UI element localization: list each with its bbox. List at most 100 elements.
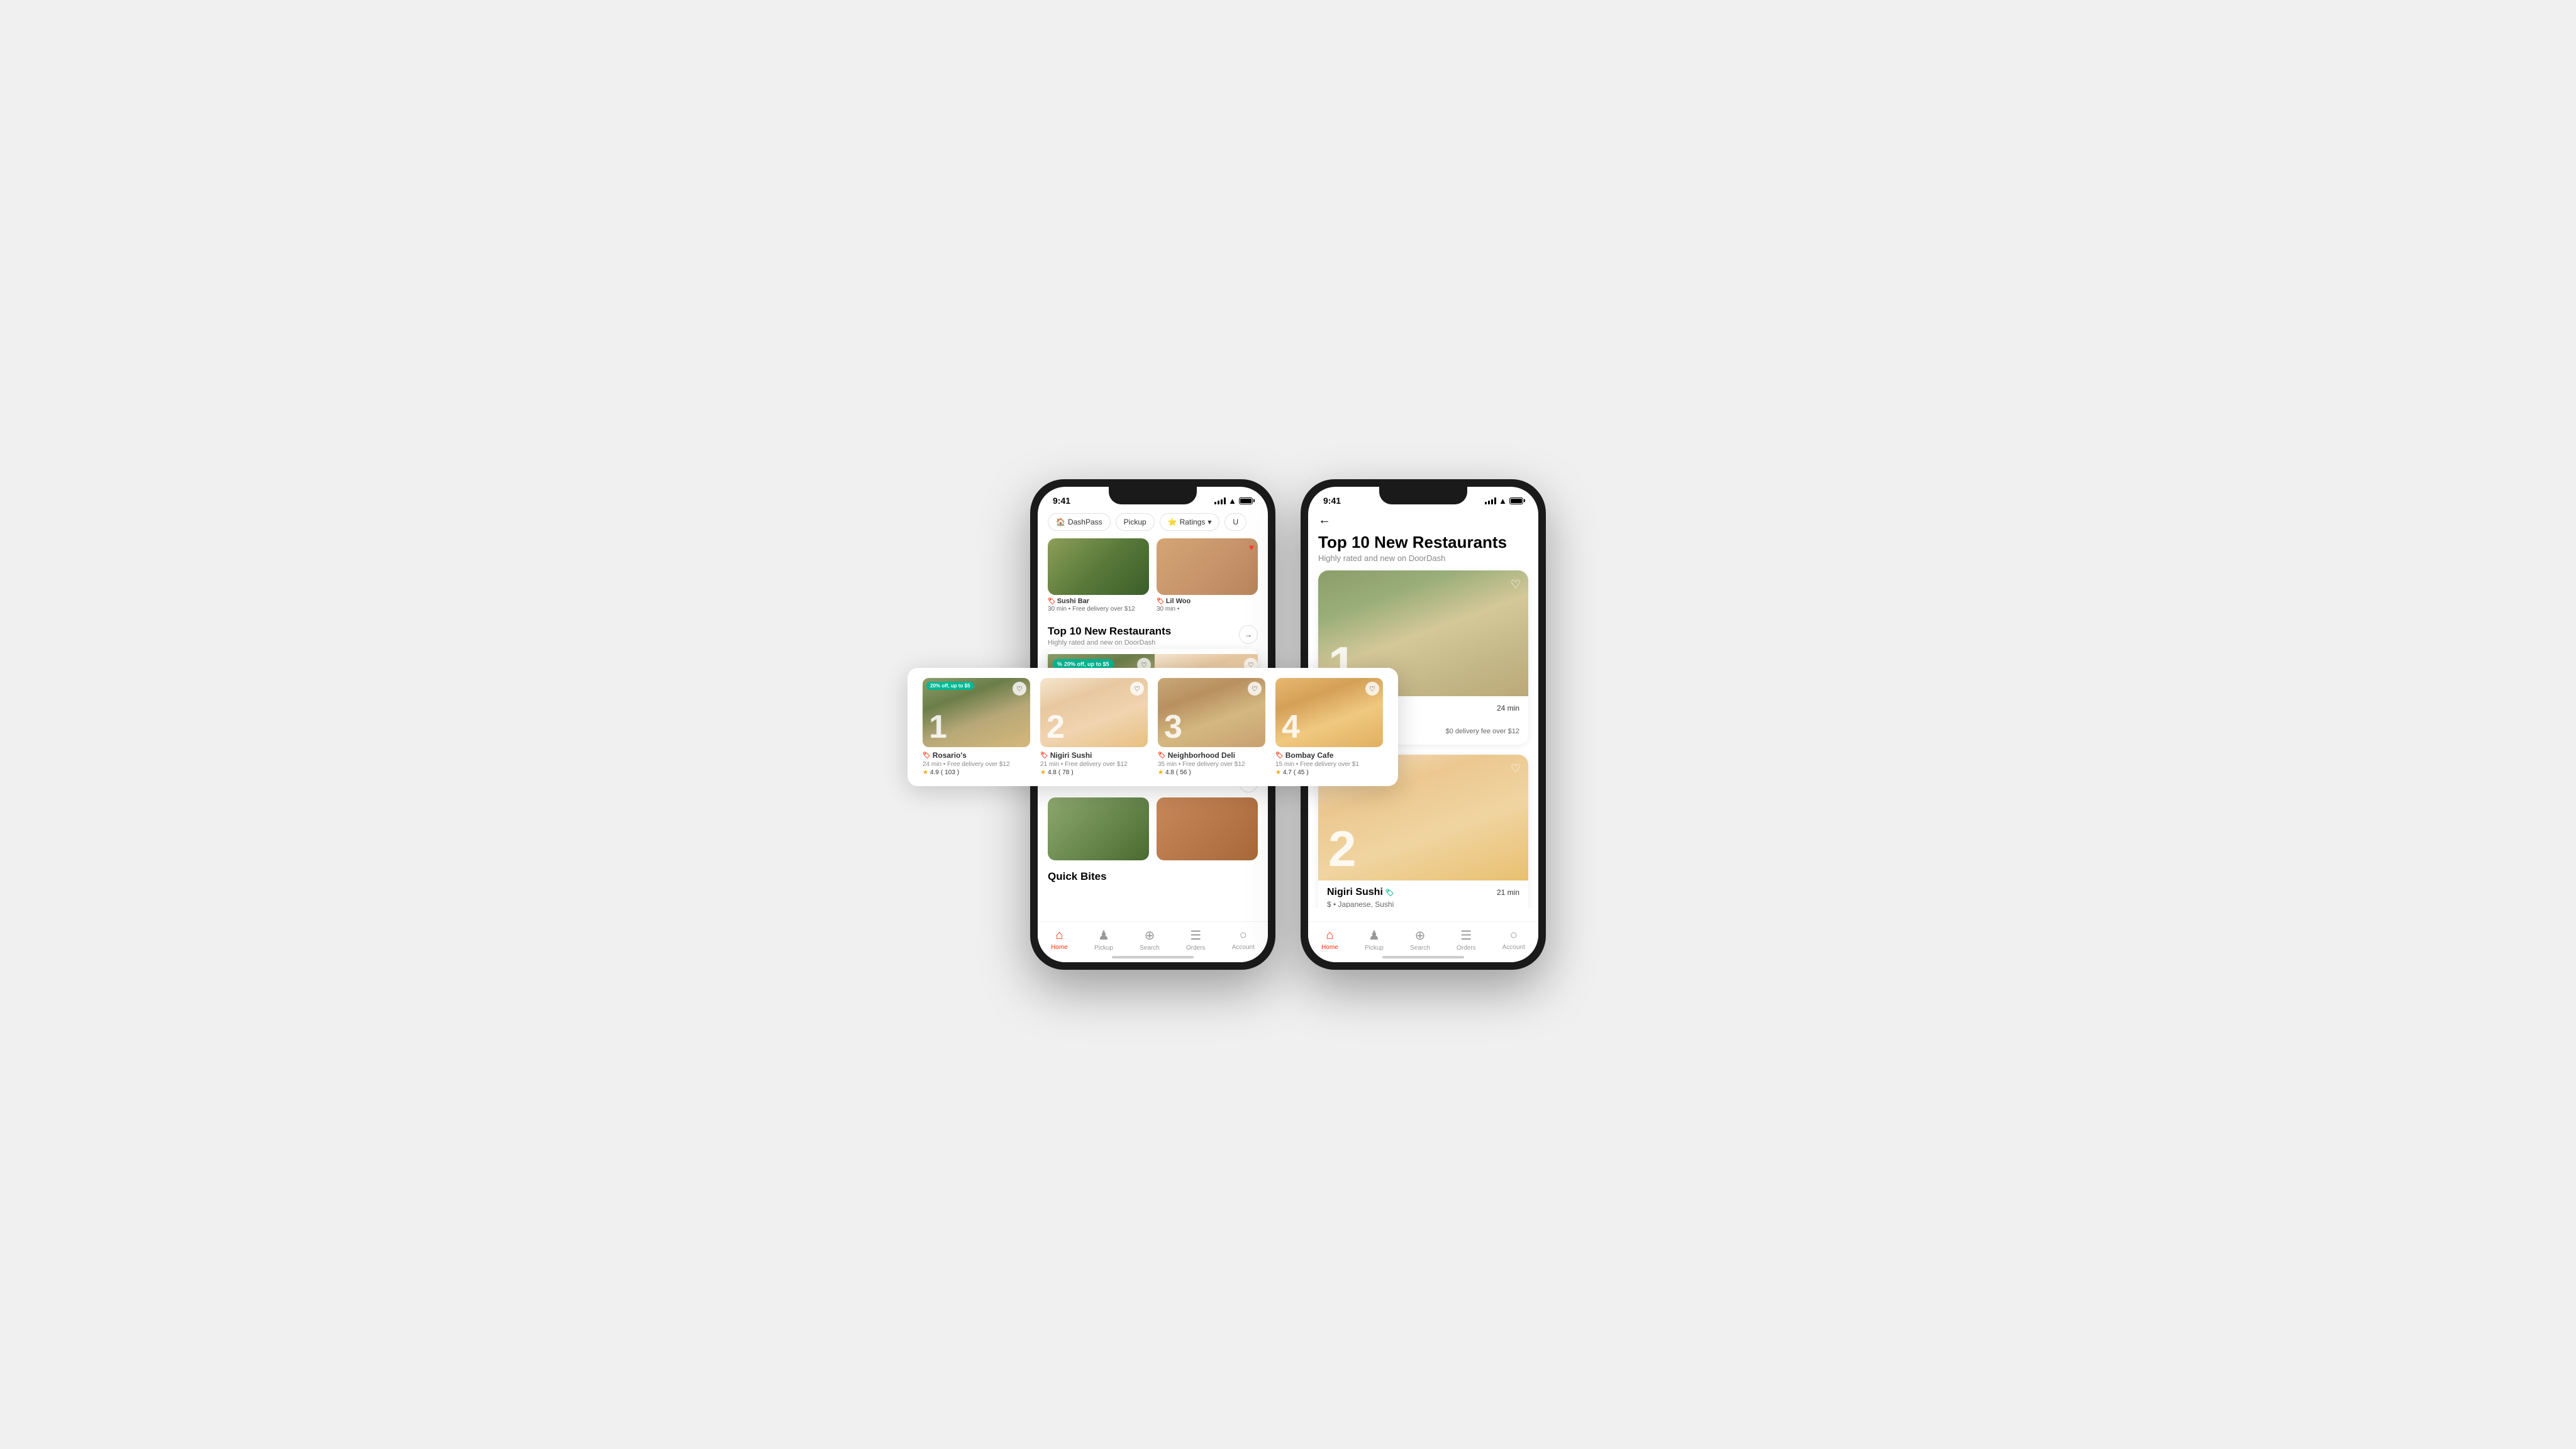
gem-card-1[interactable] [1048,797,1149,860]
top10-subtitle: Highly rated and new on DoorDash [1048,639,1171,647]
popup-dash-logo-2: 🏷 [1040,752,1048,759]
detail-heart-2[interactable]: ♡ [1511,762,1521,775]
popup-card2-meta: 21 min • Free delivery over $12 [1040,761,1148,768]
detail-nigiri-name-text: Nigiri Sushi 🏷 [1327,887,1394,898]
featured-card-sushiBar[interactable]: 🏷 Sushi Bar 30 min • Free delivery over … [1048,538,1149,615]
detail-heart-1[interactable]: ♡ [1511,578,1521,591]
nav2-account[interactable]: ○ Account [1497,926,1530,953]
top10-header-text: Top 10 New Restaurants Highly rated and … [1048,625,1171,647]
detail-title: Top 10 New Restaurants [1308,530,1538,553]
popup-overlay: 20% off, up to $5 1 ♡ 🏷 Rosario's 24 min… [908,668,1398,786]
chip-pickup[interactable]: Pickup [1116,513,1155,531]
popup-card-3[interactable]: 3 ♡ 🏷 Neighborhood Deli 35 min • Free de… [1153,678,1270,776]
nav-pickup[interactable]: ♟ Pickup [1089,925,1118,954]
filter-chips: 🏠 DashPass Pickup ⭐ Ratings ▾ U [1038,508,1268,536]
status-icons: ▲ [1214,496,1253,506]
featured-card-lilwoo[interactable]: ♥ 🏷 Lil Woo 30 min • [1157,538,1258,615]
gem-card-2[interactable] [1157,797,1258,860]
popup-fav-3[interactable]: ♡ [1248,682,1262,696]
popup-card-2[interactable]: 2 ♡ 🏷 Nigiri Sushi 21 min • Free deliver… [1035,678,1153,776]
home-indicator-2 [1382,956,1464,958]
popup-card-4[interactable]: 4 ♡ 🏷 Bombay Cafe 15 min • Free delivery… [1270,678,1388,776]
nav2-orders[interactable]: ☰ Orders [1452,925,1481,954]
detail-nigiri-name-row: Nigiri Sushi 🏷 21 min [1327,887,1519,898]
nav-orders[interactable]: ☰ Orders [1181,925,1211,954]
detail-nigiri-info: Nigiri Sushi 🏷 21 min $ • Japanese, Sush… [1318,880,1528,908]
popup-card4-meta: 15 min • Free delivery over $1 [1275,761,1383,768]
orders-icon-2: ☰ [1460,928,1472,943]
chip-more[interactable]: U [1224,513,1246,531]
nav2-home[interactable]: ⌂ Home [1316,926,1343,953]
chip-ratings[interactable]: ⭐ Ratings ▾ [1160,513,1220,531]
detail-nigiri-time: 21 min [1497,888,1519,897]
detail-subtitle: Highly rated and new on DoorDash [1308,553,1538,570]
signal-bars [1214,497,1226,504]
sushibar-img [1048,538,1149,595]
account-icon: ○ [1240,928,1247,943]
dashpass-logo-icon2: 🏷 [1157,598,1165,605]
popup-card1-meta: 24 min • Free delivery over $12 [923,761,1030,768]
orders-icon: ☰ [1190,928,1201,943]
nav-orders-label: Orders [1186,945,1206,952]
status-time: 9:41 [1053,496,1070,506]
ratings-label: Ratings [1180,518,1206,526]
battery-2 [1509,497,1523,504]
popup-rank-1: 1 [929,711,947,743]
battery-fill [1240,499,1252,503]
popup-badge-1: 20% off, up to $5 [926,682,974,690]
nav-account[interactable]: ○ Account [1227,926,1260,953]
sushibar-info: 🏷 Sushi Bar 30 min • Free delivery over … [1048,595,1149,615]
status-time-2: 9:41 [1323,496,1341,506]
detail-rank-2: 2 [1328,824,1357,874]
popup-card1-rating: ★ 4.9 (103) [923,769,1030,776]
popup-cards-row: 20% off, up to $5 1 ♡ 🏷 Rosario's 24 min… [918,678,1388,776]
ratings-star-icon: ⭐ [1168,518,1177,526]
popup-card4-rating: ★ 4.7 (45) [1275,769,1383,776]
popup-star-1: ★ [923,769,928,776]
battery [1239,497,1253,504]
notch-2 [1379,487,1467,504]
nav2-orders-label: Orders [1457,945,1476,952]
status-icons-2: ▲ [1485,496,1523,506]
popup-dash-logo-1: 🏷 [923,752,931,759]
popup-star-2: ★ [1040,769,1046,776]
lilwoo-name: 🏷 Lil Woo [1157,597,1258,605]
search-icon-2: ⊕ [1415,928,1426,943]
phone1-wrapper: 9:41 ▲ [1030,479,1275,970]
back-header: ← [1308,508,1538,530]
nav-search[interactable]: ⊕ Search [1135,925,1165,954]
sushibar-name: 🏷 Sushi Bar [1048,597,1149,605]
home-indicator-1 [1112,956,1194,958]
popup-rank-3: 3 [1164,711,1182,743]
chevron-down-icon: ▾ [1208,518,1211,526]
detail-rosarios-time: 24 min [1497,704,1519,713]
dashpass-icon: 🏠 [1056,518,1065,526]
top10-arrow-btn[interactable]: → [1239,625,1258,644]
popup-star-4: ★ [1275,769,1281,776]
nav2-pickup[interactable]: ♟ Pickup [1360,925,1389,954]
popup-card2-img: 2 ♡ [1040,678,1148,747]
nav2-home-label: Home [1321,944,1338,951]
popup-fav-1[interactable]: ♡ [1013,682,1026,696]
nav2-account-label: Account [1502,944,1525,951]
popup-card-1[interactable]: 20% off, up to $5 1 ♡ 🏷 Rosario's 24 min… [918,678,1035,776]
nav-home[interactable]: ⌂ Home [1046,926,1073,953]
dashpass-label: DashPass [1068,518,1102,526]
nav2-search[interactable]: ⊕ Search [1405,925,1435,954]
popup-card3-rating: ★ 4.8 (56) [1158,769,1265,776]
back-button[interactable]: ← [1318,513,1331,528]
popup-card4-img: 4 ♡ [1275,678,1383,747]
lilwoo-heart-icon[interactable]: ♥ [1249,542,1254,552]
popup-fav-2[interactable]: ♡ [1130,682,1144,696]
hidden-gems-row [1038,795,1268,865]
popup-fav-4[interactable]: ♡ [1365,682,1379,696]
chip-dashpass[interactable]: 🏠 DashPass [1048,513,1111,531]
popup-card3-meta: 35 min • Free delivery over $12 [1158,761,1265,768]
popup-star-3: ★ [1158,769,1163,776]
popup-rank-2: 2 [1046,711,1065,743]
lilwoo-info: 🏷 Lil Woo 30 min • [1157,595,1258,615]
popup-dash-logo-4: 🏷 [1275,752,1284,759]
nav-account-label: Account [1232,944,1255,951]
battery-fill-2 [1511,499,1522,503]
search-icon: ⊕ [1145,928,1155,943]
